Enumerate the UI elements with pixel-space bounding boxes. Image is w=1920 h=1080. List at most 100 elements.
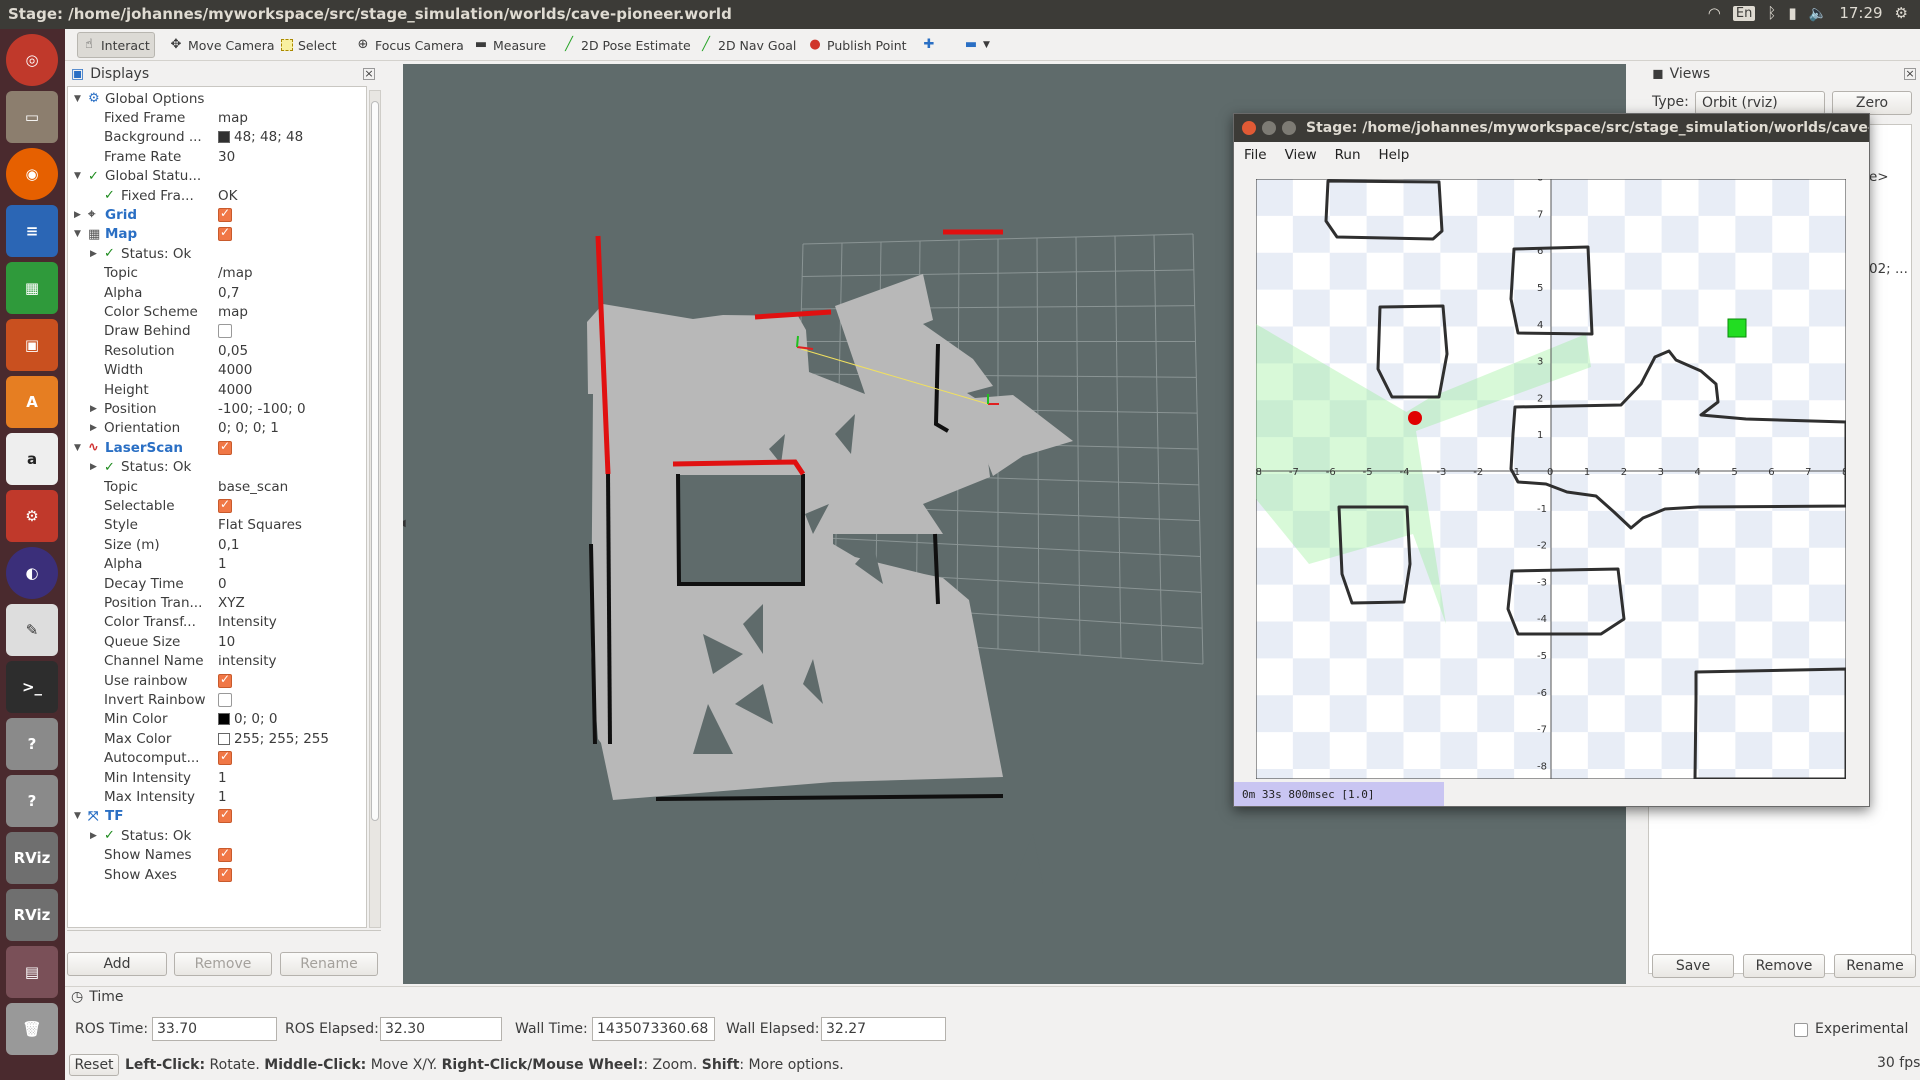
battery-icon[interactable]: ▮ xyxy=(1788,4,1796,22)
property-value[interactable]: OK xyxy=(218,188,237,204)
menu-view[interactable]: View xyxy=(1285,147,1317,163)
enabled-checkbox[interactable] xyxy=(218,439,232,455)
display-property-row[interactable]: Alpha 0,7 xyxy=(68,283,366,302)
wall-time-field[interactable]: 1435073360.68 xyxy=(592,1017,715,1041)
display-property-row[interactable]: ✓ Fixed Fra... OK xyxy=(68,186,366,205)
property-value[interactable]: 4000 xyxy=(218,362,252,378)
files-icon[interactable]: ▭ xyxy=(6,91,58,143)
enabled-checkbox[interactable] xyxy=(218,749,232,766)
amazon-icon[interactable]: a xyxy=(6,433,58,485)
property-value[interactable]: 0,05 xyxy=(218,343,248,359)
menu-file[interactable]: File xyxy=(1244,147,1267,163)
remove-display-button[interactable]: Remove xyxy=(174,952,272,976)
remove-tool-button[interactable]: ▬ ▼ xyxy=(960,32,994,58)
enabled-checkbox[interactable] xyxy=(218,807,232,824)
display-property-row[interactable]: Size (m) 0,1 xyxy=(68,535,366,554)
enabled-checkbox[interactable] xyxy=(218,206,232,222)
tool-interact[interactable]: ☝ Interact xyxy=(77,32,155,58)
display-property-row[interactable]: Resolution 0,05 xyxy=(68,341,366,360)
rviz-icon[interactable]: RViz xyxy=(6,889,58,941)
display-property-row[interactable]: Use rainbow xyxy=(68,671,366,690)
stage-titlebar[interactable]: Stage: /home/johannes/myworkspace/src/st… xyxy=(1234,114,1869,142)
close-window-button[interactable] xyxy=(1242,121,1256,135)
chevron-right-icon[interactable]: ▶ xyxy=(74,210,81,220)
enabled-checkbox[interactable] xyxy=(218,497,232,513)
display-property-row[interactable]: Max Intensity 1 xyxy=(68,787,366,806)
property-value[interactable] xyxy=(218,225,236,242)
display-property-row[interactable]: ▼ ✓ Global Statu... xyxy=(68,167,366,186)
chevron-right-icon[interactable]: ▶ xyxy=(90,249,97,259)
display-property-row[interactable]: ▼ ▦ Map xyxy=(68,225,366,244)
property-value[interactable]: 0,1 xyxy=(218,537,239,553)
unknown-app-icon[interactable]: ? xyxy=(6,775,58,827)
menu-help[interactable]: Help xyxy=(1379,147,1410,163)
property-value[interactable]: 1 xyxy=(218,789,227,805)
property-value[interactable]: 1 xyxy=(218,556,227,572)
property-value[interactable] xyxy=(218,206,236,222)
property-value[interactable]: base_scan xyxy=(218,479,288,495)
display-property-row[interactable]: Queue Size 10 xyxy=(68,632,366,651)
display-property-row[interactable]: Topic base_scan xyxy=(68,477,366,496)
tool-2d-pose-estimate[interactable]: ╱ 2D Pose Estimate xyxy=(558,32,695,58)
property-value[interactable]: 255; 255; 255 xyxy=(218,731,329,747)
display-property-row[interactable]: ▶ ✓ Status: Ok xyxy=(68,458,366,477)
chevron-right-icon[interactable]: ▶ xyxy=(90,404,97,414)
eclipse-icon[interactable]: ◐ xyxy=(6,547,58,599)
property-value[interactable] xyxy=(218,866,236,882)
ros-elapsed-field[interactable]: 32.30 xyxy=(380,1017,502,1041)
tool-publish-point[interactable]: ● Publish Point xyxy=(804,32,911,58)
trash-icon[interactable]: 🗑 xyxy=(6,1003,58,1055)
keyboard-indicator[interactable]: En xyxy=(1732,5,1756,21)
ros-time-field[interactable]: 33.70 xyxy=(152,1017,277,1041)
display-property-row[interactable]: Color Scheme map xyxy=(68,302,366,321)
chevron-down-icon[interactable]: ▼ xyxy=(74,171,81,181)
property-value[interactable]: 30 xyxy=(218,149,235,165)
save-view-button[interactable]: Save xyxy=(1652,954,1734,978)
property-value[interactable]: XYZ xyxy=(218,595,245,611)
enabled-checkbox[interactable] xyxy=(218,225,232,242)
property-value[interactable]: 0; 0; 0; 1 xyxy=(218,420,279,436)
property-value[interactable]: map xyxy=(218,110,248,126)
stage-world-view[interactable]: -8-7-6-5-4-3-2-101234567887654321-1-2-3-… xyxy=(1256,179,1846,779)
display-property-row[interactable]: Min Color 0; 0; 0 xyxy=(68,710,366,729)
volume-icon[interactable]: 🔈 xyxy=(1809,4,1828,22)
display-property-row[interactable]: Style Flat Squares xyxy=(68,516,366,535)
wifi-icon[interactable]: ◠ xyxy=(1708,4,1721,22)
software-center-icon[interactable]: A xyxy=(6,376,58,428)
property-value[interactable]: 0,7 xyxy=(218,285,239,301)
property-value[interactable]: Intensity xyxy=(218,614,277,630)
rviz-icon[interactable]: RViz xyxy=(6,832,58,884)
enabled-checkbox[interactable] xyxy=(218,672,232,688)
property-value[interactable]: -100; -100; 0 xyxy=(218,401,306,417)
display-property-row[interactable]: Autocomput... xyxy=(68,749,366,768)
calc-icon[interactable]: ▦ xyxy=(6,262,58,314)
chevron-right-icon[interactable]: ▶ xyxy=(90,831,97,841)
settings-icon[interactable]: ⚙ xyxy=(6,490,58,542)
enabled-checkbox[interactable] xyxy=(218,692,232,707)
display-property-row[interactable]: Frame Rate 30 xyxy=(68,147,366,166)
zero-button[interactable]: Zero xyxy=(1832,91,1912,115)
property-value[interactable] xyxy=(218,749,236,766)
view-type-select[interactable]: Orbit (rviz) xyxy=(1695,91,1825,115)
chevron-down-icon[interactable]: ▼ xyxy=(74,229,81,239)
maximize-window-button[interactable] xyxy=(1282,121,1296,135)
terminal-icon[interactable]: >_ xyxy=(6,661,58,713)
reset-button[interactable]: Reset xyxy=(69,1054,119,1076)
property-value[interactable]: 0; 0; 0 xyxy=(218,711,277,727)
property-value[interactable] xyxy=(218,497,236,513)
property-value[interactable]: 0 xyxy=(218,576,227,592)
property-value[interactable] xyxy=(218,692,236,707)
display-property-row[interactable]: Topic/map xyxy=(68,264,366,283)
display-property-row[interactable]: Alpha 1 xyxy=(68,555,366,574)
workspace-switcher-icon[interactable]: ▤ xyxy=(6,946,58,998)
display-property-row[interactable]: ▶ ✓ Status: Ok xyxy=(68,826,366,845)
display-property-row[interactable]: Show Axes xyxy=(68,865,366,884)
display-property-row[interactable]: Background ... 48; 48; 48 xyxy=(68,128,366,147)
display-property-row[interactable]: ▶ Orientation 0; 0; 0; 1 xyxy=(68,419,366,438)
chevron-down-icon[interactable]: ▼ xyxy=(74,443,81,453)
enabled-checkbox[interactable] xyxy=(218,846,232,863)
display-property-row[interactable]: ▼ ⚙ Global Options xyxy=(68,89,366,108)
display-property-row[interactable]: Position Tran... XYZ xyxy=(68,593,366,612)
tool-focus-camera[interactable]: ⊕ Focus Camera xyxy=(352,32,468,58)
property-value[interactable]: 4000 xyxy=(218,382,252,398)
